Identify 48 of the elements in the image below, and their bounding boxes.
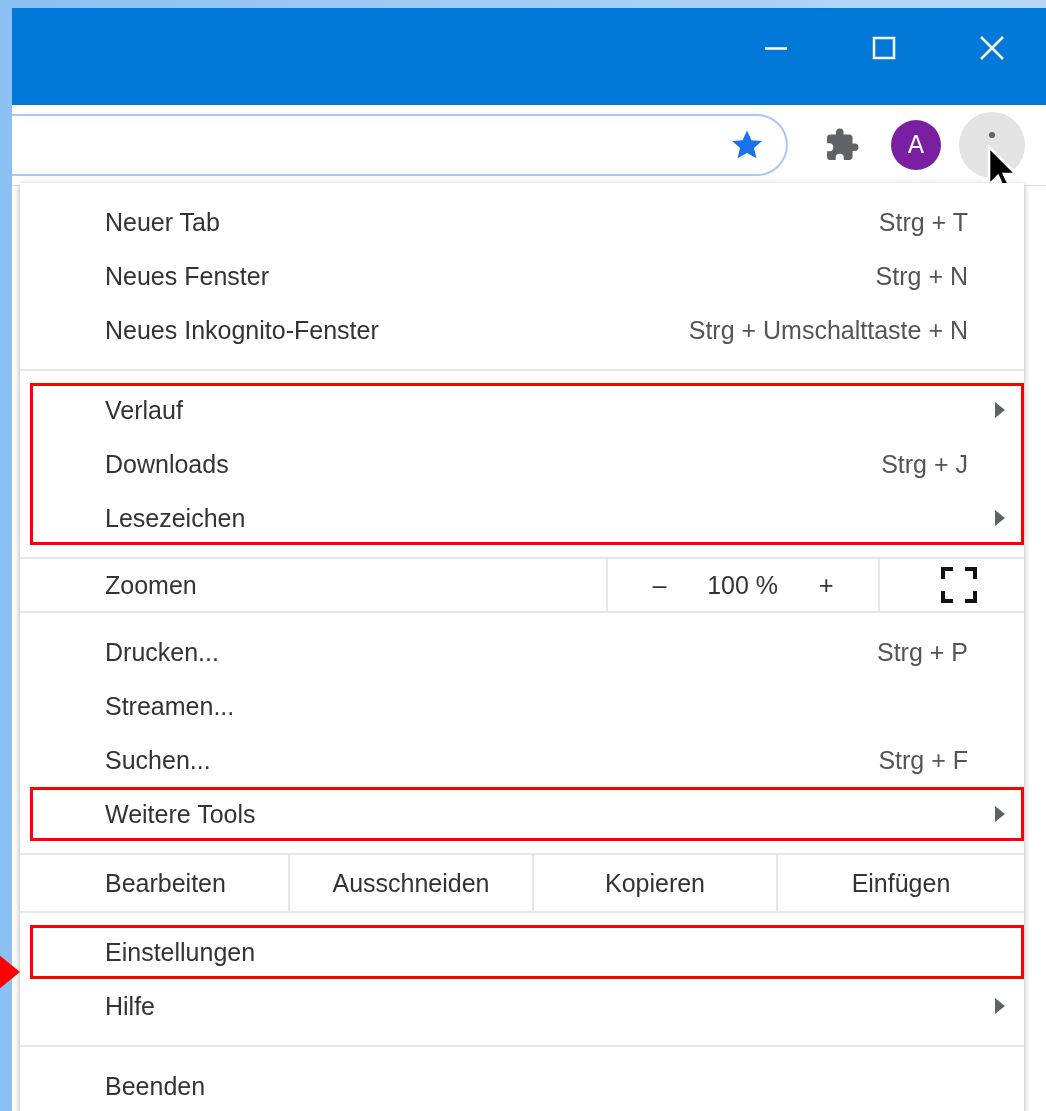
menu-item[interactable]: Streamen... [20,679,1024,733]
menu-item[interactable]: Suchen... Strg + F [20,733,1024,787]
menu-item-label: Downloads [105,449,230,479]
menu-item-label: Lesezeichen [105,503,247,533]
minimize-icon [764,46,788,50]
shortcut-label: Strg + Umschalttaste + N [688,315,968,345]
maximize-icon [872,36,896,60]
fullscreen-icon [941,567,977,603]
menu-item[interactable]: Verlauf [30,383,1024,437]
menu-item-label: Zoomen [20,559,608,611]
dot-icon [989,132,995,138]
menu-item-label: Bearbeiten [20,855,290,911]
edit-button[interactable]: Kopieren [534,855,778,911]
menu-item-label: Suchen... [105,745,212,775]
shortcut-label: Strg + N [875,261,968,291]
shortcut-label: Strg + J [881,449,968,479]
menu-item-label: Hilfe [105,991,156,1021]
star-icon[interactable] [730,129,764,161]
menu-item-label: Einstellungen [105,937,257,967]
menu-item[interactable]: Lesezeichen [30,491,1024,545]
menu-item-label: Weitere Tools [105,799,257,829]
menu-item-label: Beenden [105,1071,207,1101]
menu-item[interactable]: Neuer Tab Strg + T [20,195,1024,249]
menu-item-label: Streamen... [105,691,236,721]
zoom-in-button[interactable]: + [810,570,842,600]
menu-item[interactable]: Neues Fenster Strg + N [20,249,1024,303]
menu-item[interactable]: Weitere Tools [30,787,1024,841]
edit-button[interactable]: Einfügen [778,855,1024,911]
zoom-out-button[interactable]: – [644,570,675,600]
menu-item[interactable]: Beenden [20,1059,1024,1111]
menu-item-label: Neuer Tab [105,207,221,237]
profile-avatar[interactable]: A [891,120,941,170]
menu-item-label: Drucken... [105,637,220,667]
shortcut-label: Strg + T [878,207,968,237]
menu-item[interactable]: Einstellungen [30,925,1024,979]
menu-item-label: Neues Fenster [105,261,270,291]
menu-item-label: Verlauf [105,395,184,425]
menu-item-label: Neues Inkognito-Fenster [105,315,380,345]
puzzle-icon[interactable] [824,127,860,163]
menu-item[interactable]: Downloads Strg + J [30,437,1024,491]
menu-item[interactable]: Hilfe [20,979,1024,1033]
shortcut-label: Strg + P [877,637,968,667]
close-icon [979,35,1005,61]
shortcut-label: Strg + F [878,745,968,775]
menu-item[interactable]: Neues Inkognito-Fenster Strg + Umschalttaste + N [20,303,1024,357]
zoom-level: 100 % [707,570,779,600]
menu-item[interactable]: Drucken... Strg + P [20,625,1024,679]
edit-button[interactable]: Ausschneiden [290,855,534,911]
